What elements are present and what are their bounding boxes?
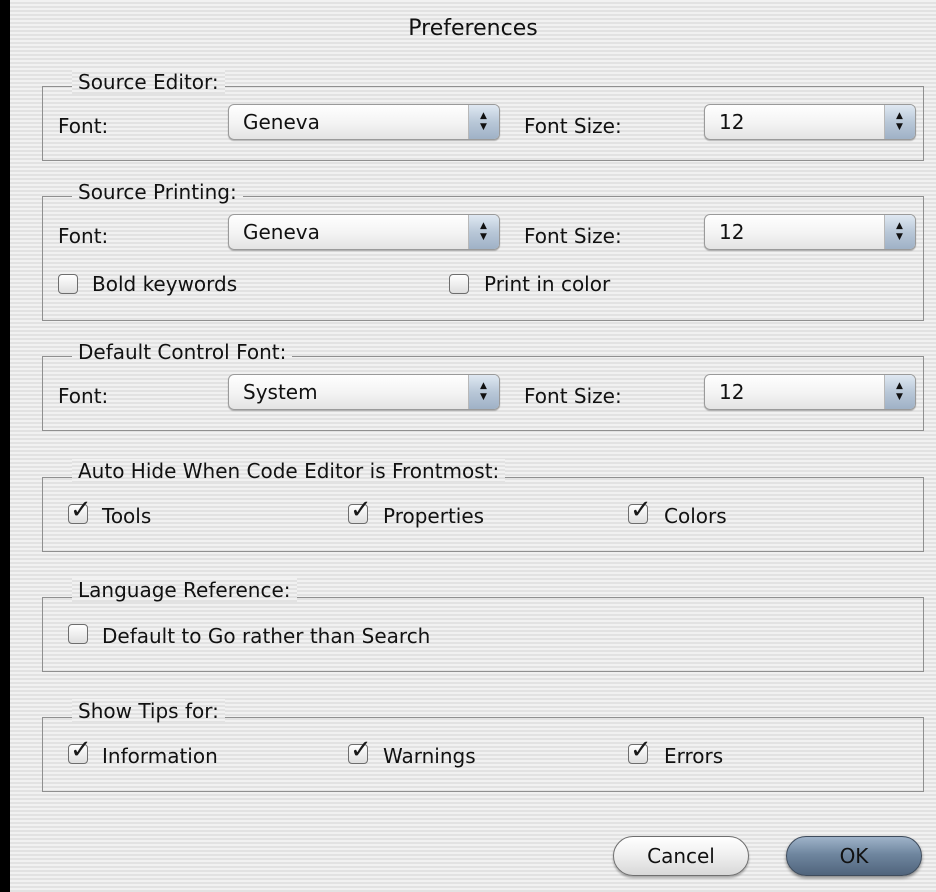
source-editor-font-label: Font: [58, 114, 109, 138]
checkmark-icon: ✓ [350, 735, 372, 765]
tools-checkbox[interactable]: ✓ [68, 495, 92, 525]
default-control-size-label: Font Size: [524, 384, 622, 408]
errors-label[interactable]: Errors [664, 744, 723, 768]
ok-button[interactable]: OK [786, 836, 922, 876]
default-control-size-value: 12 [719, 380, 745, 404]
cancel-button[interactable]: Cancel [613, 836, 749, 876]
properties-label[interactable]: Properties [383, 504, 484, 528]
default-control-font-label: Font: [58, 384, 109, 408]
information-label[interactable]: Information [102, 744, 218, 768]
source-printing-size-value: 12 [719, 220, 745, 244]
updown-arrows-icon: ▲ ▼ [468, 215, 499, 249]
default-control-font-popup[interactable]: System ▲ ▼ [228, 374, 500, 410]
default-control-font-legend: Default Control Font: [72, 340, 293, 364]
source-editor-size-label: Font Size: [524, 114, 622, 138]
source-editor-font-popup[interactable]: Geneva ▲ ▼ [228, 104, 500, 140]
source-printing-size-popup[interactable]: 12 ▲ ▼ [704, 214, 916, 250]
checkmark-icon: ✓ [70, 735, 92, 765]
source-editor-size-popup[interactable]: 12 ▲ ▼ [704, 104, 916, 140]
updown-arrows-icon: ▲ ▼ [468, 105, 499, 139]
default-control-size-popup[interactable]: 12 ▲ ▼ [704, 374, 916, 410]
source-printing-legend: Source Printing: [72, 180, 243, 204]
checkmark-icon: ✓ [630, 735, 652, 765]
source-editor-legend: Source Editor: [72, 70, 225, 94]
checkmark-icon: ✓ [350, 495, 372, 525]
source-printing-font-label: Font: [58, 224, 109, 248]
bold-keywords-checkbox[interactable]: ✓ [58, 274, 78, 294]
warnings-label[interactable]: Warnings [383, 744, 476, 768]
source-editor-size-value: 12 [719, 110, 745, 134]
auto-hide-legend: Auto Hide When Code Editor is Frontmost: [72, 459, 506, 483]
title-bar[interactable]: Preferences [10, 0, 936, 58]
source-printing-font-value: Geneva [243, 220, 320, 244]
source-editor-font-value: Geneva [243, 110, 320, 134]
print-in-color-label[interactable]: Print in color [484, 272, 610, 296]
source-printing-size-label: Font Size: [524, 224, 622, 248]
updown-arrows-icon: ▲ ▼ [468, 375, 499, 409]
colors-label[interactable]: Colors [664, 504, 727, 528]
colors-checkbox[interactable]: ✓ [628, 495, 652, 525]
bold-keywords-label[interactable]: Bold keywords [92, 272, 237, 296]
source-printing-font-popup[interactable]: Geneva ▲ ▼ [228, 214, 500, 250]
updown-arrows-icon: ▲ ▼ [884, 215, 915, 249]
default-to-go-checkbox[interactable]: ✓ [68, 624, 88, 644]
errors-checkbox[interactable]: ✓ [628, 735, 652, 765]
default-control-font-value: System [243, 380, 318, 404]
information-checkbox[interactable]: ✓ [68, 735, 92, 765]
language-reference-legend: Language Reference: [72, 578, 297, 602]
default-to-go-label[interactable]: Default to Go rather than Search [102, 624, 430, 648]
show-tips-legend: Show Tips for: [72, 699, 225, 723]
warnings-checkbox[interactable]: ✓ [348, 735, 372, 765]
updown-arrows-icon: ▲ ▼ [884, 105, 915, 139]
checkmark-icon: ✓ [630, 495, 652, 525]
preferences-window: Preferences Source Editor: Font: Geneva … [10, 0, 936, 892]
window-title: Preferences [408, 16, 538, 41]
tools-label[interactable]: Tools [102, 504, 151, 528]
properties-checkbox[interactable]: ✓ [348, 495, 372, 525]
updown-arrows-icon: ▲ ▼ [884, 375, 915, 409]
print-in-color-checkbox[interactable]: ✓ [449, 274, 469, 294]
checkmark-icon: ✓ [70, 495, 92, 525]
